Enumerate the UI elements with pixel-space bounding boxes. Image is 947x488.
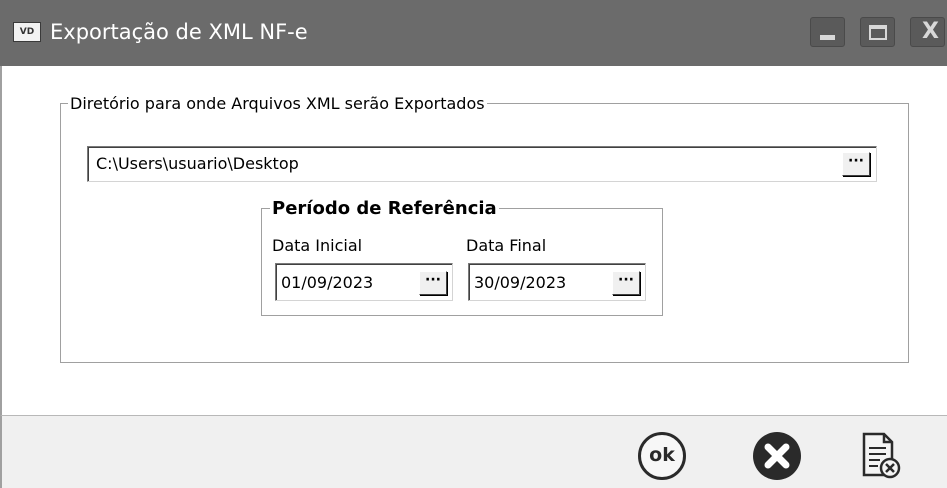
maximize-button[interactable] — [860, 17, 895, 47]
end-date-value: 30/09/2023 — [474, 273, 567, 292]
directory-group-legend: Diretório para onde Arquivos XML serão E… — [68, 94, 487, 113]
export-directory-value: C:\Users\usuario\Desktop — [96, 154, 299, 173]
close-button[interactable]: X — [910, 17, 945, 47]
close-icon: X — [922, 19, 939, 44]
document-cancel-icon — [862, 432, 901, 479]
end-date-label: Data Final — [466, 236, 547, 255]
document-cancel-button[interactable] — [860, 431, 904, 481]
window-title: Exportação de XML NF-e — [50, 20, 308, 44]
export-directory-input[interactable]: C:\Users\usuario\Desktop ··· — [87, 146, 877, 182]
start-date-value: 01/09/2023 — [281, 273, 374, 292]
title-bar[interactable]: VD Exportação de XML NF-e X — [0, 0, 947, 66]
app-icon: VD — [13, 22, 41, 42]
cancel-button[interactable] — [753, 432, 801, 480]
browse-directory-button[interactable]: ··· — [842, 152, 870, 176]
cancel-icon — [764, 443, 790, 469]
end-date-picker-button[interactable]: ··· — [612, 271, 640, 295]
ok-icon: ok — [649, 444, 675, 466]
minimize-button[interactable] — [810, 17, 845, 47]
end-date-input[interactable]: 30/09/2023 ··· — [468, 263, 646, 301]
start-date-label: Data Inicial — [272, 236, 363, 255]
period-group-legend: Período de Referência — [270, 198, 499, 219]
start-date-picker-button[interactable]: ··· — [419, 271, 447, 295]
action-bar — [0, 415, 947, 488]
ok-button[interactable]: ok — [638, 432, 686, 480]
maximize-icon — [869, 25, 887, 40]
export-xml-window: VD Exportação de XML NF-e X Diretório pa… — [0, 0, 947, 488]
minimize-icon — [820, 35, 835, 40]
start-date-input[interactable]: 01/09/2023 ··· — [275, 263, 453, 301]
